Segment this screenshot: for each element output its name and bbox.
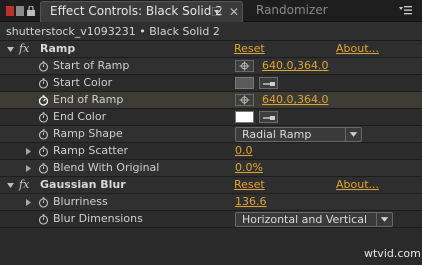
chevron-down-icon: [345, 128, 358, 141]
point-picker-button[interactable]: [235, 94, 254, 106]
stopwatch-icon[interactable]: [38, 78, 49, 89]
start-of-ramp-value[interactable]: 640.0,364.0: [262, 59, 328, 72]
tab-close-icon[interactable]: ✕: [229, 5, 239, 19]
crosshair-icon: [239, 61, 250, 71]
tab-effect-controls-label: Effect Controls: Black Solid 2: [50, 4, 223, 18]
gaussian-blur-about-link[interactable]: About...: [336, 178, 379, 191]
ramp-about-link[interactable]: About...: [336, 42, 379, 55]
twirl-down-icon[interactable]: [7, 182, 14, 189]
stopwatch-icon[interactable]: [38, 214, 49, 225]
blend-with-original-value[interactable]: 0.0%: [235, 161, 263, 174]
start-color-swatch[interactable]: [235, 77, 254, 89]
point-picker-button[interactable]: [235, 60, 254, 72]
blurriness-value[interactable]: 136.6: [235, 195, 267, 208]
chevron-down-icon[interactable]: [212, 7, 221, 16]
prop-blurriness: Blurriness 136.6: [0, 194, 422, 211]
prop-label: End of Ramp: [53, 93, 124, 106]
prop-label: Blur Dimensions: [53, 212, 143, 225]
effect-ramp-name: Ramp: [40, 42, 76, 55]
gaussian-blur-reset-link[interactable]: Reset: [234, 178, 265, 191]
prop-label: Ramp Scatter: [53, 144, 129, 157]
prop-label: Ramp Shape: [53, 127, 123, 140]
tab-randomizer[interactable]: Randomizer: [256, 3, 328, 17]
twirl-right-icon[interactable]: [25, 199, 32, 206]
panel-close-icon[interactable]: [6, 6, 14, 16]
prop-label: Start of Ramp: [53, 59, 130, 72]
effect-gaussian-blur-name: Gaussian Blur: [40, 178, 126, 191]
ramp-shape-selected: Radial Ramp: [242, 128, 312, 141]
panel-tab-bar: Effect Controls: Black Solid 2 ✕ Randomi…: [0, 0, 422, 22]
prop-label: Blurriness: [53, 195, 108, 208]
layer-breadcrumb: shutterstock_v1093231 • Black Solid 2: [0, 22, 422, 41]
ramp-shape-select[interactable]: Radial Ramp: [235, 127, 362, 142]
stopwatch-icon[interactable]: [38, 197, 49, 208]
eyedropper-button[interactable]: [259, 77, 278, 89]
chevron-down-icon: [376, 213, 389, 226]
eyedropper-icon: [263, 116, 275, 120]
tab-effect-controls[interactable]: Effect Controls: Black Solid 2 ✕: [40, 1, 243, 22]
prop-ramp-shape: Ramp Shape Radial Ramp: [0, 126, 422, 143]
eyedropper-icon: [263, 82, 275, 86]
ramp-scatter-value[interactable]: 0.0: [235, 144, 253, 157]
stopwatch-icon[interactable]: [38, 112, 49, 123]
stopwatch-icon[interactable]: [38, 129, 49, 140]
panel-lock-icon[interactable]: [16, 6, 24, 16]
stopwatch-icon[interactable]: [38, 163, 49, 174]
stopwatch-icon[interactable]: [38, 61, 49, 72]
viewer-lock-icon[interactable]: [26, 6, 36, 16]
eyedropper-button[interactable]: [259, 111, 278, 123]
blur-dimensions-select[interactable]: Horizontal and Vertical: [235, 212, 393, 227]
end-color-swatch[interactable]: [235, 111, 254, 123]
effect-ramp-header[interactable]: fx Ramp Reset About...: [0, 41, 422, 58]
stopwatch-active-icon[interactable]: [38, 95, 49, 106]
breadcrumb-text: shutterstock_v1093231 • Black Solid 2: [6, 25, 220, 38]
watermark-text: wtvid.com: [364, 247, 421, 260]
prop-start-of-ramp: Start of Ramp 640.0,364.0: [0, 58, 422, 75]
twirl-down-icon[interactable]: [7, 46, 14, 53]
end-of-ramp-value[interactable]: 640.0,364.0: [262, 93, 328, 106]
stopwatch-icon[interactable]: [38, 146, 49, 157]
effect-controls-list: fx Ramp Reset About... Start of Ramp 640…: [0, 41, 422, 228]
fx-icon[interactable]: fx: [19, 178, 29, 191]
blur-dimensions-selected: Horizontal and Vertical: [242, 213, 368, 226]
prop-end-color: End Color: [0, 109, 422, 126]
effect-gaussian-blur-header[interactable]: fx Gaussian Blur Reset About...: [0, 177, 422, 194]
prop-ramp-scatter: Ramp Scatter 0.0: [0, 143, 422, 160]
prop-label: Blend With Original: [53, 161, 160, 174]
prop-blend-with-original: Blend With Original 0.0%: [0, 160, 422, 177]
fx-icon[interactable]: fx: [19, 42, 29, 55]
twirl-right-icon[interactable]: [25, 165, 32, 172]
twirl-right-icon[interactable]: [25, 148, 32, 155]
prop-end-of-ramp: End of Ramp 640.0,364.0: [0, 92, 422, 109]
prop-blur-dimensions: Blur Dimensions Horizontal and Vertical: [0, 211, 422, 228]
panel-menu-icon[interactable]: [398, 5, 412, 16]
ramp-reset-link[interactable]: Reset: [234, 42, 265, 55]
prop-start-color: Start Color: [0, 75, 422, 92]
prop-label: End Color: [53, 110, 107, 123]
prop-label: Start Color: [53, 76, 113, 89]
crosshair-icon: [239, 95, 250, 105]
